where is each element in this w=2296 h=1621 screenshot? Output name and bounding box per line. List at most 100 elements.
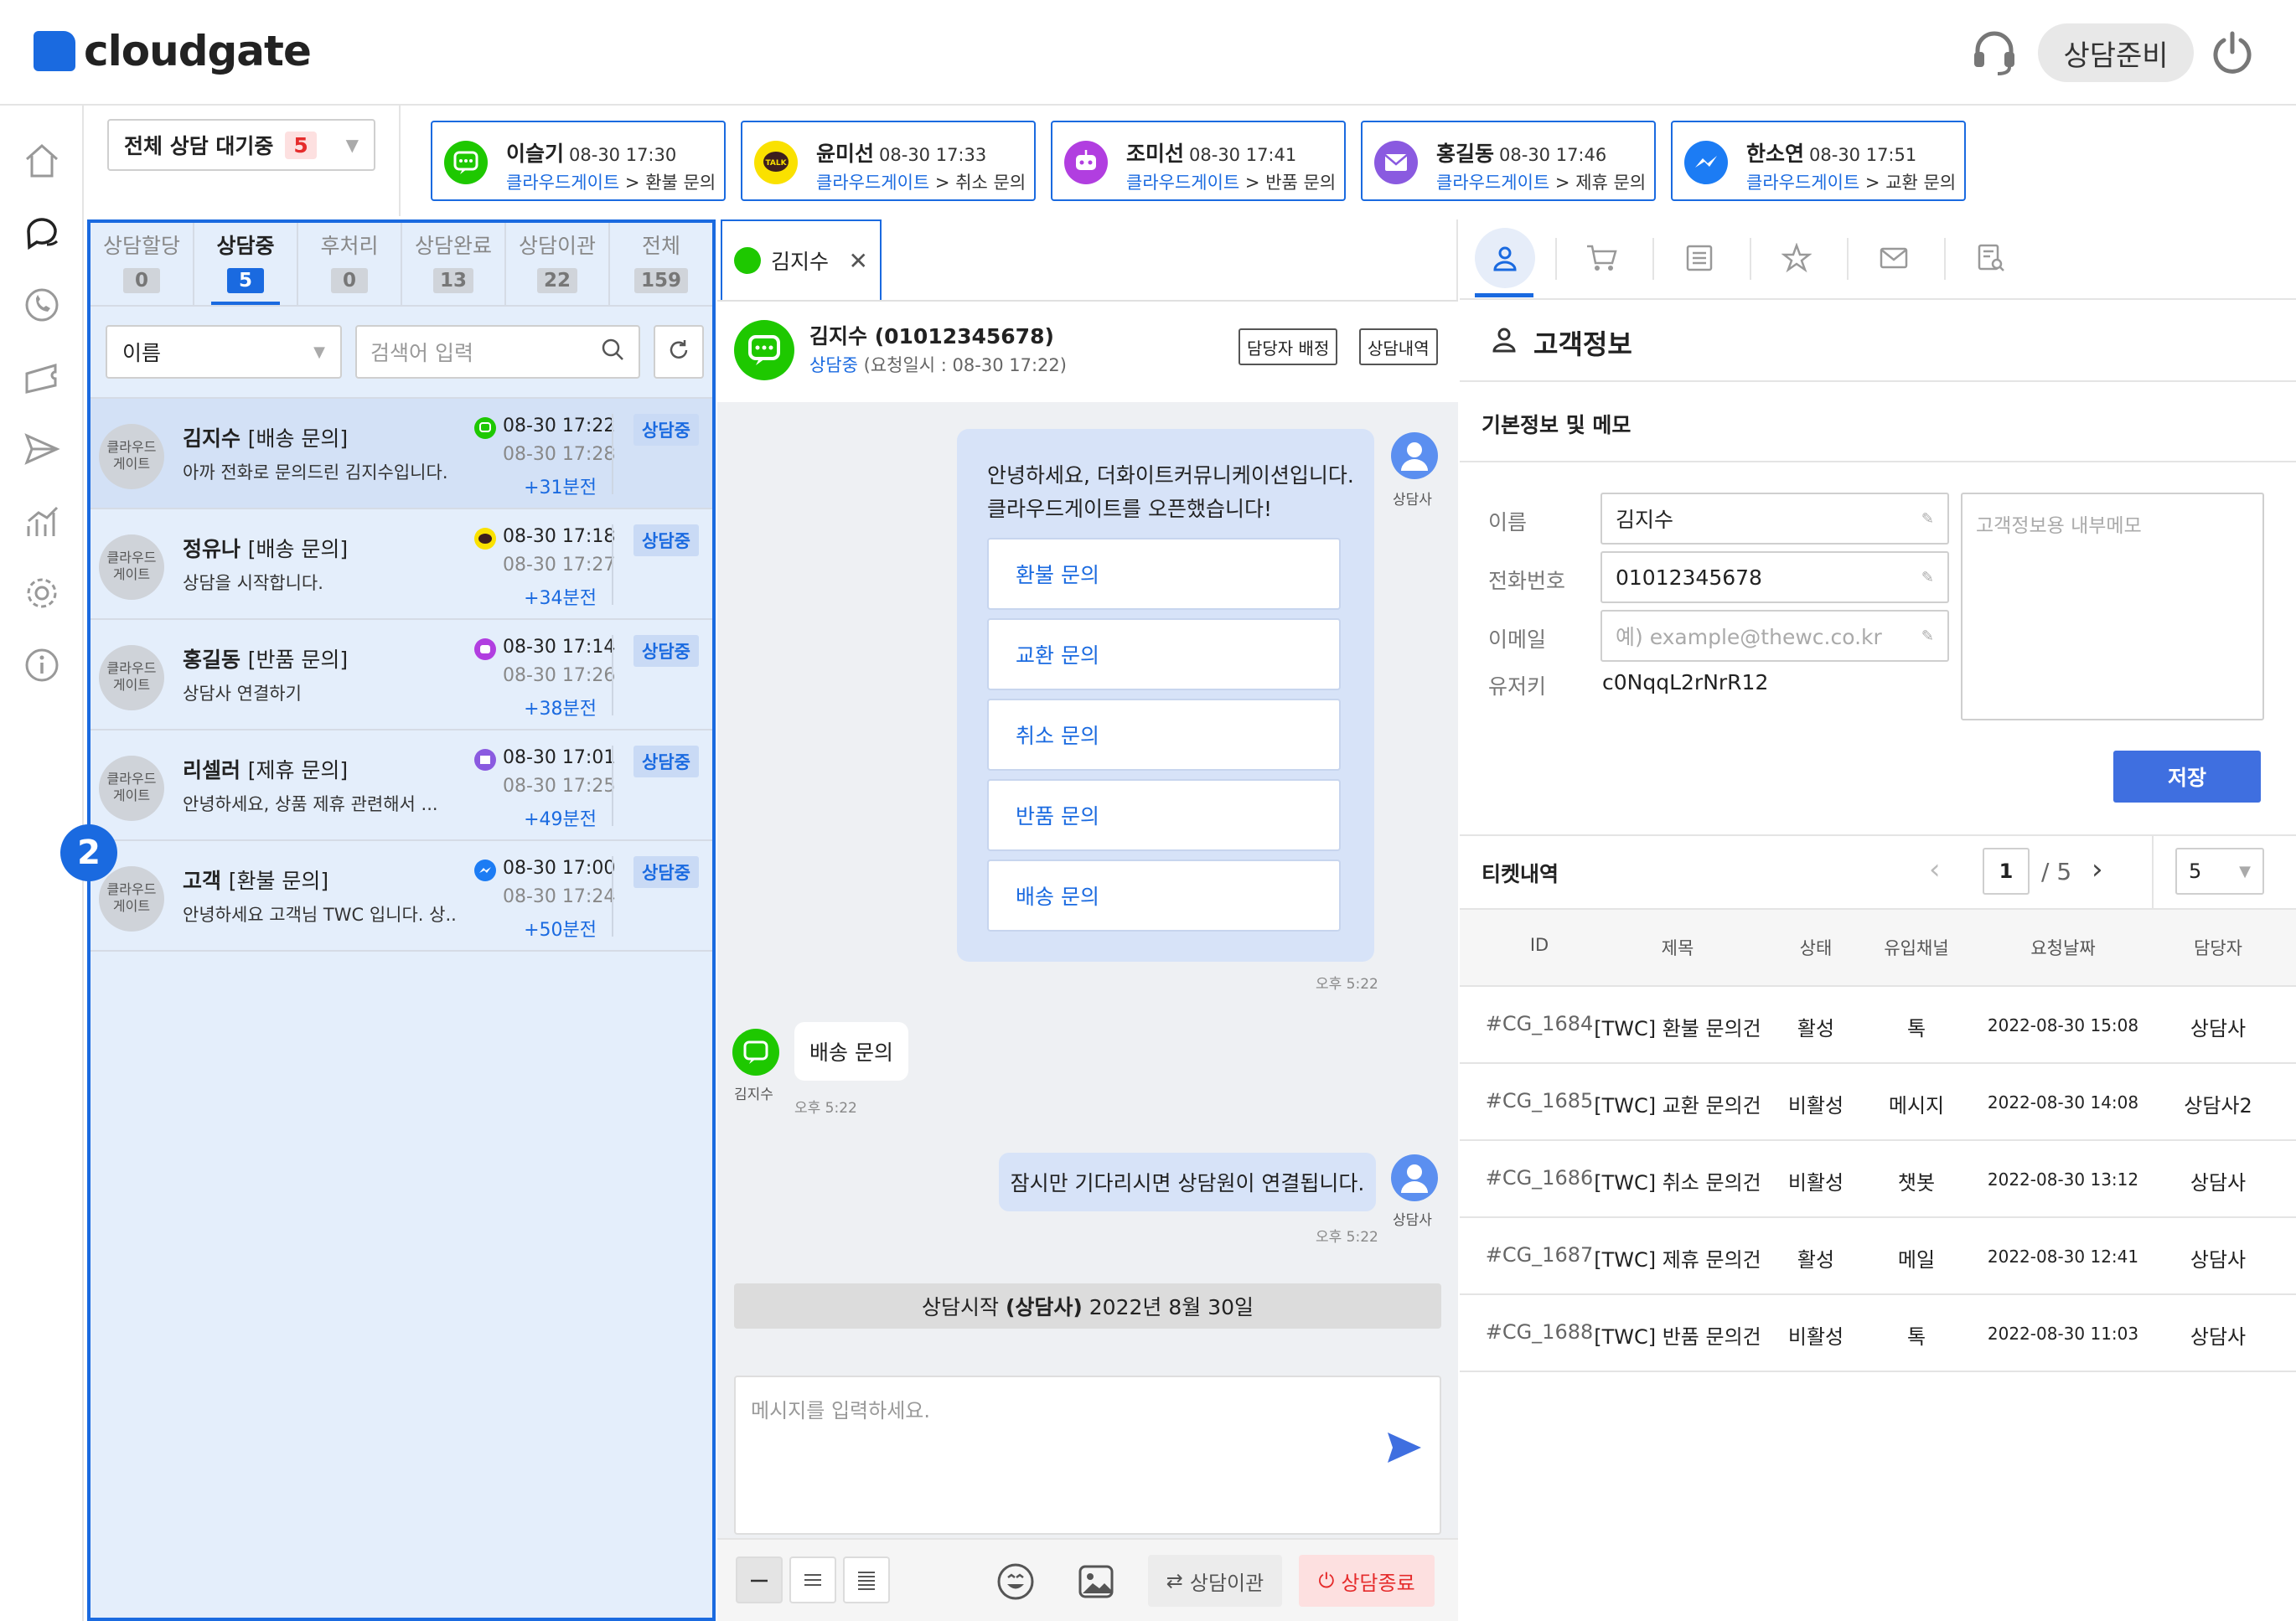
column-header: 제목	[1661, 938, 1694, 958]
conversation-item[interactable]: 클라우드 게이트 리셀러 [제휴 문의] 안녕하세요, 상품 제휴 관련해서 ..…	[90, 730, 712, 841]
message-time: 오후 5:22	[1316, 1229, 1378, 1246]
table-row[interactable]: #CG_1685 [TWC] 교환 문의건 비활성 메시지 2022-08-30…	[1460, 1064, 2296, 1141]
text-size-small-icon[interactable]	[736, 1556, 783, 1603]
queue-select[interactable]: 전체 상담 대기중 5 ▼	[107, 119, 375, 171]
waiting-name: 한소연	[1746, 142, 1805, 166]
conversation-item[interactable]: 클라우드 게이트 정유나 [배송 문의] 상담을 시작합니다. 08-30 17:…	[90, 509, 712, 620]
end-chat-button[interactable]: ⏻ 상담종료	[1299, 1555, 1435, 1607]
search-placeholder: 검색어 입력	[370, 341, 473, 365]
table-row[interactable]: #CG_1688 [TWC] 반품 문의건 비활성 톡 2022-08-30 1…	[1460, 1295, 2296, 1372]
history-button[interactable]: 상담내역	[1359, 328, 1438, 365]
conversation-item[interactable]: 클라우드 게이트 김지수 [배송 문의] 아까 전화로 문의드린 김지수입니다. …	[90, 399, 712, 509]
ticket-icon[interactable]	[22, 357, 62, 397]
chat-tab[interactable]: 김지수 ✕	[721, 219, 882, 300]
text-size-medium-icon[interactable]	[789, 1556, 836, 1603]
info-icon[interactable]	[22, 645, 62, 685]
list-icon[interactable]	[1669, 228, 1730, 288]
conversation-topic: [반품 문의]	[247, 648, 349, 672]
divider	[1944, 238, 1946, 280]
tab-post-processing[interactable]: 후처리 0	[297, 223, 401, 305]
column-header: ID	[1529, 935, 1549, 955]
page-input[interactable]: 1	[1983, 848, 2030, 895]
page-size-select[interactable]: 5 ▼	[2175, 848, 2264, 895]
chat-icon[interactable]	[22, 213, 62, 253]
save-button[interactable]: 저장	[2113, 751, 2261, 803]
email-field[interactable]: 예) example@thewc.co.kr ✎	[1600, 610, 1949, 662]
close-icon[interactable]: ✕	[849, 247, 868, 275]
search-field-select[interactable]: 이름 ▼	[106, 325, 342, 379]
ticket-title: [TWC] 반품 문의건	[1594, 1325, 1761, 1349]
waiting-card[interactable]: 한소연 08-30 17:51 클라우드게이트 > 교환 문의	[1671, 121, 1966, 201]
document-search-icon[interactable]	[1961, 228, 2021, 288]
quick-reply-button[interactable]: 취소 문의	[987, 699, 1341, 771]
user-icon[interactable]	[1475, 228, 1535, 288]
name-field[interactable]: 김지수 ✎	[1600, 493, 1949, 545]
kakaotalk-icon	[474, 528, 496, 550]
send-icon[interactable]	[22, 429, 62, 469]
star-icon[interactable]	[1766, 228, 1827, 288]
waiting-card[interactable]: TALK 윤미선 08-30 17:33 클라우드게이트 > 취소 문의	[741, 121, 1036, 201]
waiting-topic: 환불 문의	[645, 173, 716, 193]
agent-avatar	[1391, 432, 1438, 479]
tab-transferred[interactable]: 상담이관 22	[504, 223, 608, 305]
quick-reply-button[interactable]: 반품 문의	[987, 779, 1341, 851]
send-icon[interactable]	[1386, 1431, 1423, 1468]
waiting-card[interactable]: 이슬기 08-30 17:30 클라우드게이트 > 환불 문의	[431, 121, 726, 201]
started-time: 08-30 17:18	[503, 526, 616, 547]
customer-name: 정유나	[183, 537, 241, 561]
ticket-channel: 메일	[1897, 1248, 1936, 1272]
stats-icon[interactable]	[22, 501, 62, 541]
phone-field[interactable]: 01012345678 ✎	[1600, 551, 1949, 603]
tab-all[interactable]: 전체 159	[608, 223, 712, 305]
emoji-icon[interactable]	[995, 1562, 1036, 1605]
conversation-item[interactable]: 클라우드 게이트 홍길동 [반품 문의] 상담사 연결하기 08-30 17:14…	[90, 620, 712, 730]
power-icon[interactable]	[2209, 28, 2256, 75]
customer-name: 홍길동	[183, 648, 241, 672]
agent-status-button[interactable]: 상담준비	[2038, 23, 2194, 82]
quick-reply-button[interactable]: 환불 문의	[987, 538, 1341, 610]
assign-agent-button[interactable]: 담당자 배정	[1238, 328, 1338, 365]
waiting-card[interactable]: 조미선 08-30 17:41 클라우드게이트 > 반품 문의	[1051, 121, 1346, 201]
tab-assigning[interactable]: 상담할당 0	[90, 223, 193, 305]
conversation-item[interactable]: 클라우드 게이트 고객 [환불 문의] 안녕하세요 고객님 TWC 입니다. 상.…	[90, 841, 712, 952]
search-icon[interactable]	[600, 337, 625, 367]
refresh-button[interactable]	[654, 325, 704, 379]
status-badge: 상담중	[633, 746, 699, 777]
chevron-left-icon[interactable]: ‹	[1929, 853, 1941, 886]
tab-count: 22	[536, 268, 577, 293]
cart-icon[interactable]	[1572, 228, 1632, 288]
transfer-button[interactable]: ⇄ 상담이관	[1148, 1555, 1282, 1607]
memo-textarea[interactable]: 고객정보용 내부메모	[1961, 493, 2264, 720]
elapsed-time: +34분전	[524, 588, 597, 609]
headset-icon[interactable]	[1969, 28, 2019, 75]
home-icon[interactable]	[22, 141, 62, 181]
message-input[interactable]: 메시지를 입력하세요.	[734, 1376, 1441, 1535]
status-badge: 상담중	[633, 635, 699, 667]
image-icon[interactable]	[1076, 1562, 1116, 1605]
settings-icon[interactable]	[22, 573, 62, 613]
table-row[interactable]: #CG_1684 [TWC] 환불 문의건 활성 톡 2022-08-30 15…	[1460, 987, 2296, 1064]
avatar: 클라우드 게이트	[99, 645, 164, 710]
waiting-card[interactable]: 홍길동 08-30 17:46 클라우드게이트 > 제휴 문의	[1361, 121, 1656, 201]
message-text: 클라우드게이트를 오픈했습니다!	[987, 497, 1272, 521]
email-label: 이메일	[1488, 627, 1547, 652]
divider	[1847, 238, 1849, 280]
end-chat-label: 상담종료	[1341, 1571, 1415, 1595]
quick-reply-button[interactable]: 교환 문의	[987, 618, 1341, 690]
customer-label: 김지수	[734, 1087, 773, 1103]
logo-mark	[34, 31, 75, 71]
table-row[interactable]: #CG_1687 [TWC] 제휴 문의건 활성 메일 2022-08-30 1…	[1460, 1218, 2296, 1295]
waiting-topic: 교환 문의	[1885, 173, 1957, 193]
tab-in-progress[interactable]: 상담중 5	[193, 223, 297, 305]
phone-icon[interactable]	[22, 285, 62, 325]
chevron-right-icon[interactable]: ›	[2092, 853, 2103, 886]
search-input[interactable]: 검색어 입력	[355, 325, 640, 379]
messenger-icon	[1684, 141, 1728, 184]
mail-icon[interactable]	[1864, 228, 1924, 288]
memo-placeholder: 고객정보용 내부메모	[1976, 515, 2142, 537]
table-row[interactable]: #CG_1686 [TWC] 취소 문의건 비활성 챗봇 2022-08-30 …	[1460, 1141, 2296, 1218]
quick-reply-button[interactable]: 배송 문의	[987, 860, 1341, 932]
text-size-large-icon[interactable]	[843, 1556, 890, 1603]
session-date: 2022년 8월 30일	[1089, 1295, 1254, 1319]
tab-completed[interactable]: 상담완료 13	[401, 223, 504, 305]
